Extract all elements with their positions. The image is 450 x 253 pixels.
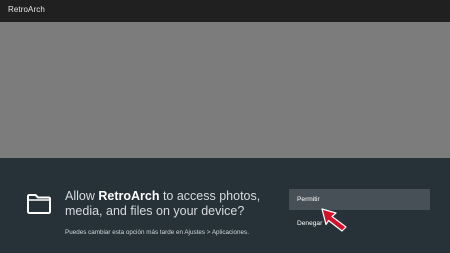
deny-button[interactable]: Denegar bbox=[289, 213, 430, 234]
permission-message: Allow RetroArch to access photos, media,… bbox=[65, 189, 275, 219]
allow-button[interactable]: Permitir bbox=[289, 189, 430, 210]
message-prefix: Allow bbox=[65, 189, 99, 203]
folder-icon bbox=[27, 194, 51, 214]
message-app-name: RetroArch bbox=[98, 189, 160, 203]
permission-dialog: Allow RetroArch to access photos, media,… bbox=[0, 158, 450, 253]
app-bar: RetroArch bbox=[0, 0, 450, 22]
app-content-area bbox=[0, 22, 450, 158]
app-title: RetroArch bbox=[8, 5, 45, 14]
settings-hint: Puedes cambiar esta opción más tarde en … bbox=[65, 229, 249, 236]
